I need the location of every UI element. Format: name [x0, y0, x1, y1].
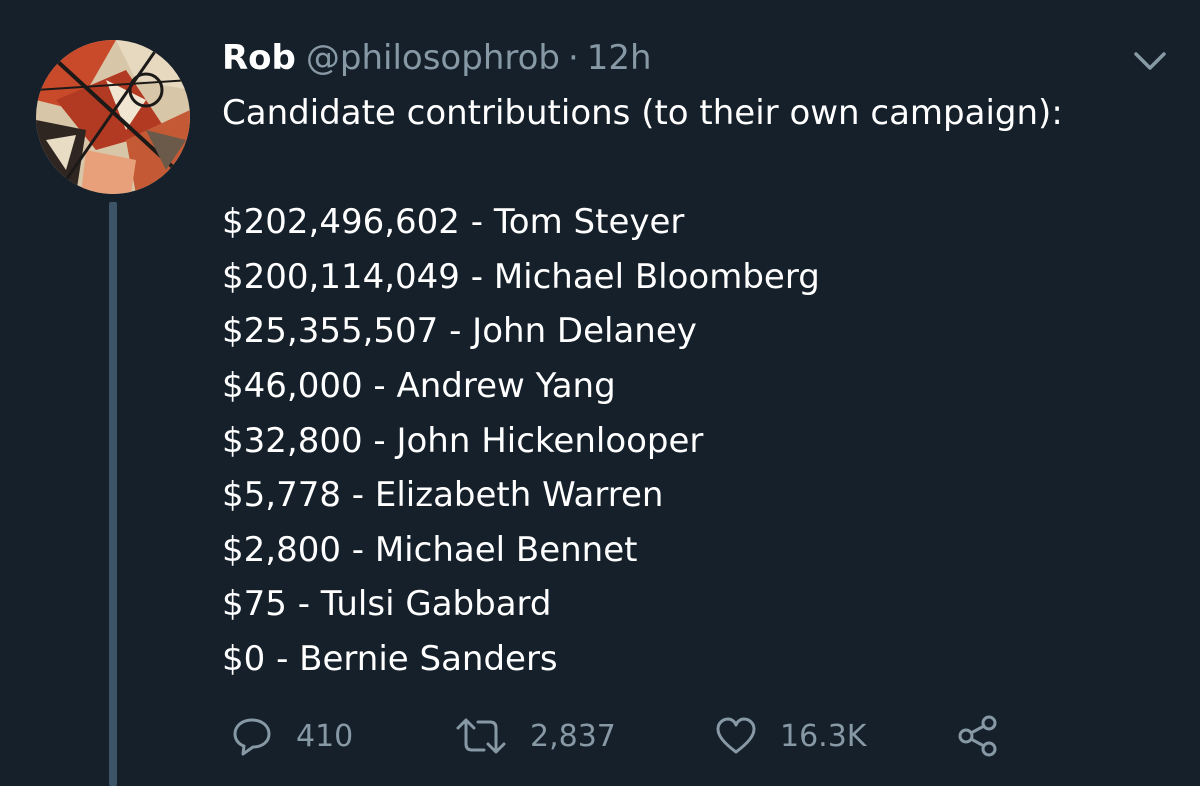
retweet-count: 2,837 — [530, 718, 616, 754]
author-handle[interactable]: @philosophrob — [306, 36, 560, 80]
tweet-timestamp[interactable]: 12h — [587, 36, 652, 80]
contribution-line: $2,800 - Michael Bennet — [222, 529, 638, 570]
share-icon — [958, 715, 997, 757]
author-name[interactable]: Rob — [222, 36, 296, 80]
like-count: 16.3K — [780, 718, 867, 754]
tweet-body: Candidate contributions (to their own ca… — [222, 86, 1162, 687]
reply-button[interactable]: 410 — [230, 708, 353, 764]
contribution-line: $200,114,049 - Michael Bloomberg — [222, 256, 820, 297]
avatar[interactable] — [36, 40, 190, 194]
retweet-button[interactable]: 2,837 — [454, 708, 616, 764]
tweet-intro: Candidate contributions (to their own ca… — [222, 93, 1063, 133]
like-button[interactable]: 16.3K — [714, 708, 866, 764]
contribution-line: $5,778 - Elizabeth Warren — [222, 475, 664, 516]
contribution-line: $202,496,602 - Tom Steyer — [222, 202, 685, 243]
contribution-line: $32,800 - John Hickenlooper — [222, 420, 704, 461]
contribution-line: $25,355,507 - John Delaney — [222, 311, 697, 352]
contribution-line: $75 - Tulsi Gabbard — [222, 584, 552, 625]
thread-line — [109, 202, 117, 786]
action-bar: 410 2,837 16.3K — [230, 708, 1030, 764]
reply-icon — [233, 718, 271, 756]
contribution-line: $0 - Bernie Sanders — [222, 638, 558, 679]
chevron-down-icon — [1134, 52, 1166, 70]
retweet-icon — [456, 718, 506, 754]
more-options-button[interactable] — [1132, 48, 1168, 74]
tweet-header: Rob @philosophrob · 12h — [222, 36, 652, 80]
tweet-card: Rob @philosophrob · 12h Candidate contri… — [0, 0, 1200, 786]
abstract-art-avatar-icon — [36, 40, 190, 194]
reply-count: 410 — [296, 718, 354, 754]
contribution-line: $46,000 - Andrew Yang — [222, 365, 616, 406]
separator-dot: · — [567, 38, 579, 78]
heart-icon — [716, 717, 756, 754]
share-button[interactable] — [956, 708, 1000, 764]
